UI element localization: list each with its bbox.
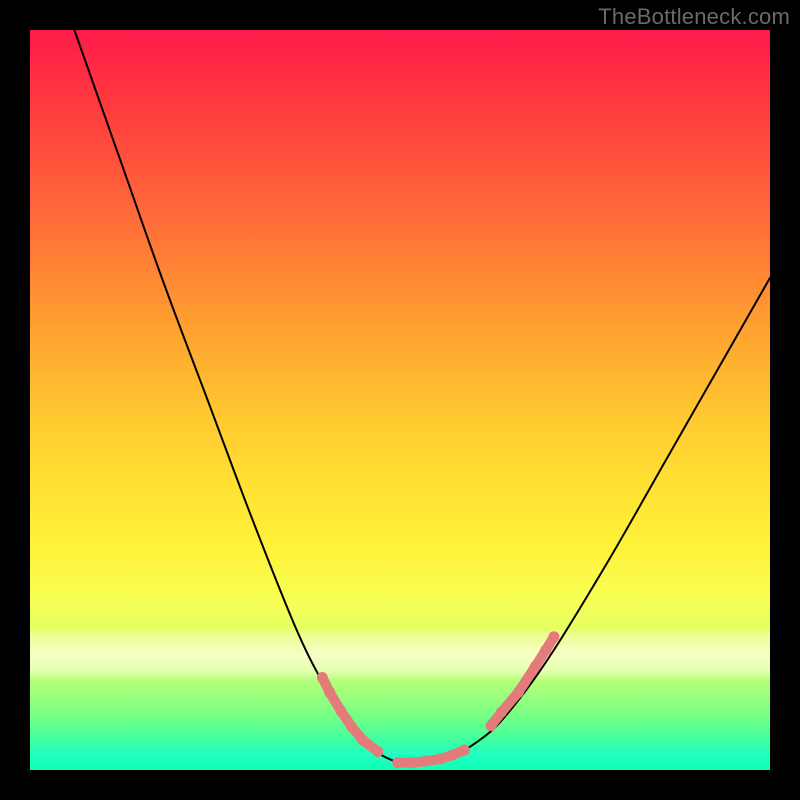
curve-left [74, 30, 407, 763]
marker-right-dot-5 [548, 631, 559, 642]
curve-right [407, 278, 770, 763]
chart-frame: TheBottleneck.com [0, 0, 800, 800]
marker-bottom-dot-5 [459, 745, 470, 756]
marker-layer [317, 631, 560, 768]
curve-svg [30, 30, 770, 770]
marker-left-dot-5 [372, 746, 383, 757]
watermark-text: TheBottleneck.com [598, 4, 790, 30]
plot-area [30, 30, 770, 770]
